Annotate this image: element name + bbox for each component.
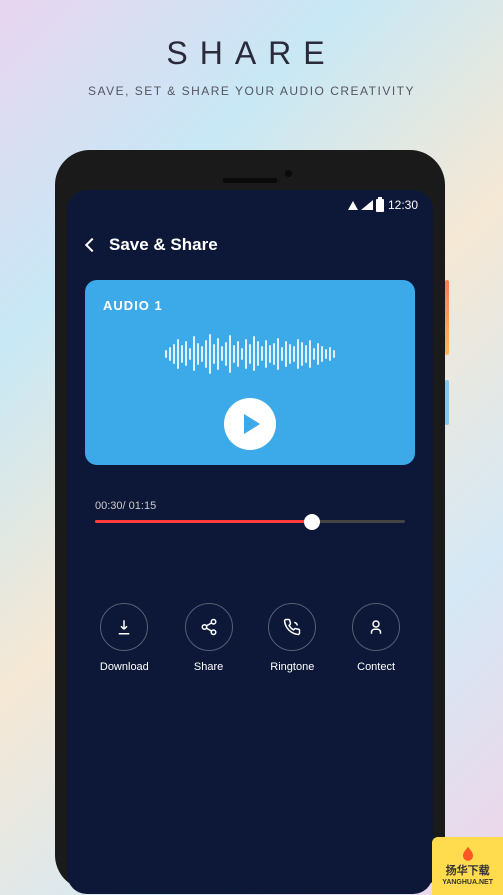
- phone-mockup: 12:30 Save & Share AUDIO 1 00:30/ 01:15: [55, 150, 445, 890]
- total-time: 01:15: [129, 500, 157, 512]
- download-button[interactable]: Download: [100, 603, 149, 673]
- watermark-badge: 扬华下载 YANGHUA.NET: [432, 837, 503, 895]
- phone-power-button: [445, 280, 449, 355]
- action-label: Share: [194, 661, 223, 673]
- battery-icon: [376, 199, 384, 212]
- waveform-icon: [103, 331, 397, 376]
- action-label: Contect: [357, 661, 395, 673]
- network-icon: [348, 201, 358, 210]
- promo-header: SHARE SAVE, SET & SHARE YOUR AUDIO CREAT…: [0, 0, 503, 113]
- seek-slider[interactable]: [95, 520, 405, 523]
- contact-button[interactable]: Contect: [352, 603, 400, 673]
- badge-line1: 扬华下载: [446, 865, 490, 878]
- phone-screen: 12:30 Save & Share AUDIO 1 00:30/ 01:15: [67, 190, 433, 894]
- seek-fill: [95, 520, 312, 523]
- promo-subtitle: SAVE, SET & SHARE YOUR AUDIO CREATIVITY: [20, 84, 483, 98]
- actions-row: Download Share Ringtone Contect: [67, 548, 433, 693]
- status-time: 12:30: [388, 198, 418, 212]
- flame-icon: [458, 845, 478, 865]
- download-icon: [115, 618, 133, 636]
- play-button[interactable]: [224, 398, 276, 450]
- share-button[interactable]: Share: [185, 603, 233, 673]
- current-time: 00:30: [95, 500, 123, 512]
- progress-section: 00:30/ 01:15: [67, 475, 433, 548]
- action-label: Download: [100, 661, 149, 673]
- time-display: 00:30/ 01:15: [95, 500, 405, 512]
- page-title: Save & Share: [109, 235, 218, 255]
- phone-speaker: [223, 178, 278, 183]
- phone-camera: [285, 170, 292, 177]
- play-icon: [244, 414, 260, 434]
- status-bar: 12:30: [67, 190, 433, 220]
- badge-line2: YANGHUA.NET: [442, 879, 493, 887]
- promo-title: SHARE: [20, 35, 483, 72]
- status-icons: [348, 199, 384, 212]
- share-icon: [200, 618, 218, 636]
- audio-label: AUDIO 1: [103, 298, 397, 313]
- seek-thumb[interactable]: [304, 514, 320, 530]
- contact-icon: [367, 618, 385, 636]
- page-header: Save & Share: [67, 220, 433, 270]
- ringtone-icon: [283, 618, 301, 636]
- ringtone-button[interactable]: Ringtone: [268, 603, 316, 673]
- action-label: Ringtone: [270, 661, 314, 673]
- signal-icon: [361, 200, 373, 210]
- audio-card: AUDIO 1: [85, 280, 415, 465]
- back-icon[interactable]: [85, 238, 99, 252]
- phone-volume-button: [445, 380, 449, 425]
